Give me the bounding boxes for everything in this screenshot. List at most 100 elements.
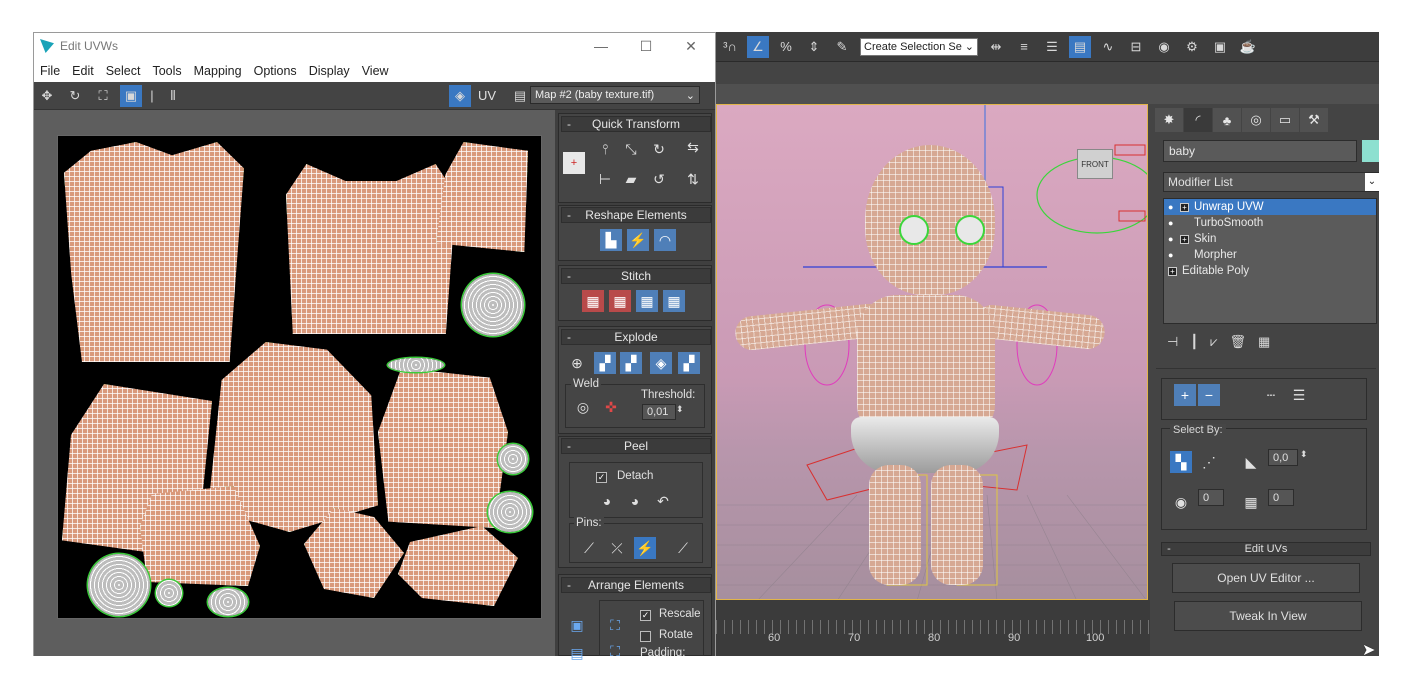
checker-pattern-icon[interactable]: ◈ [449,84,471,107]
flatten-custom-icon[interactable]: ▞ [678,352,700,374]
uv-editor-canvas[interactable] [57,135,542,619]
stack-item-editable-poly[interactable]: + Editable Poly [1164,263,1376,279]
lightbulb-icon[interactable]: ● [1168,218,1176,228]
modifier-list-dropdown[interactable]: Modifier List [1163,172,1379,192]
stitch-to-source-icon[interactable]: ▦ [636,290,658,312]
window-titlebar[interactable]: Edit UVWs — ☐ ✕ [34,33,715,59]
detach-checkbox[interactable]: ✓ [596,472,607,483]
weld-target-icon[interactable]: ◎ [572,396,594,418]
rotate-minus-90-icon[interactable]: ↺ [648,168,670,190]
select-by-angle-icon[interactable]: ◣ [1240,451,1262,473]
align-horizontal-icon[interactable]: ⫯ [594,138,616,160]
rotate-icon[interactable]: ↻ [64,85,86,107]
uv-shell-round[interactable] [488,492,532,532]
object-name-field[interactable]: baby [1163,140,1357,162]
align-diagonal-icon[interactable]: ⤡ [620,138,642,160]
rotate-90-icon[interactable]: ↻ [648,138,670,160]
weld-selected-icon[interactable]: ✜ [600,396,622,418]
motion-tab-icon[interactable]: ◎ [1242,108,1270,132]
uv-shell[interactable] [64,142,244,362]
menu-edit[interactable]: Edit [66,64,100,78]
freeform-icon[interactable]: ▣ [120,84,142,107]
flatten-by-smoothing-icon[interactable]: ▞ [594,352,616,374]
scale-icon[interactable]: ⛶ [92,85,114,107]
expand-icon[interactable]: + [1180,234,1189,244]
align-icon[interactable]: ≡ [1013,36,1035,58]
explode-header[interactable]: - Explode [561,329,711,345]
select-by-value-field[interactable]: 0,0 [1268,449,1298,466]
stitch-custom-icon[interactable]: ▦ [663,290,685,312]
tweak-in-view-button[interactable]: Tweak In View [1174,601,1362,631]
display-tab-icon[interactable]: ▭ [1271,108,1299,132]
render-setup-icon[interactable]: ⚙ [1181,36,1203,58]
stack-item-unwrap-uvw[interactable]: ● + Unwrap UVW [1164,199,1376,215]
modify-tab-icon[interactable]: ◜ [1184,108,1212,132]
make-unique-icon[interactable]: ⩗ [1210,334,1217,350]
uv-shell[interactable] [398,526,518,606]
uv-shell[interactable] [436,142,528,252]
menu-options[interactable]: Options [248,64,303,78]
show-end-result-icon[interactable]: ┃ [1190,334,1198,350]
menu-select[interactable]: Select [100,64,147,78]
angle-snap-icon[interactable]: ∠ [747,35,769,58]
select-by-material-icon[interactable]: ◉ [1170,491,1192,513]
expand-icon[interactable]: + [1168,266,1177,276]
layer-explorer-icon[interactable]: ☰ [1041,36,1063,58]
select-by-smoothing-icon[interactable]: ▦ [1240,491,1262,513]
uv-shell-round[interactable] [156,580,182,606]
auto-pin-icon[interactable]: ⚡ [634,537,656,559]
menu-mapping[interactable]: Mapping [188,64,248,78]
select-by-element-icon[interactable]: ▚ [1170,451,1192,473]
pin-stack-icon[interactable]: ⊣ [1167,334,1178,350]
edit-uvs-rollout-header[interactable]: - Edit UVs [1161,542,1371,556]
scene-explorer-icon[interactable]: ▤ [1069,35,1091,58]
stack-item-skin[interactable]: ● + Skin [1164,231,1376,247]
stitch-header[interactable]: - Stitch [561,268,711,284]
mirror-icon[interactable]: ⫴ [162,85,184,107]
flatten-by-polygon-icon[interactable]: ◈ [650,352,672,374]
relax-until-flat-icon[interactable]: ◠ [654,229,676,251]
select-by-edge-icon[interactable]: ⋰ [1198,451,1220,473]
uv-shell-round[interactable] [388,358,444,372]
pack-normalize-icon[interactable]: ▣ [566,614,588,636]
snap-3d-icon[interactable]: ³∩ [719,36,741,58]
close-button[interactable]: ✕ [669,35,713,57]
move-icon[interactable]: ✥ [36,85,58,107]
perspective-viewport[interactable]: FRONT [716,104,1148,600]
spinner-arrows-icon[interactable]: ⬍ [676,404,684,415]
quick-peel-icon[interactable]: ◕ [596,490,618,512]
utilities-tab-icon[interactable]: ⚒ [1300,108,1328,132]
lightbulb-icon[interactable]: ● [1168,202,1176,212]
configure-sets-icon[interactable]: ▦ [1258,334,1270,350]
viewcube[interactable]: FRONT [1077,149,1113,179]
straighten-selection-icon[interactable]: ▙ [600,229,622,251]
maximize-button[interactable]: ☐ [624,35,668,57]
schematic-view-icon[interactable]: ⊟ [1125,36,1147,58]
create-tab-icon[interactable]: ✸ [1155,108,1183,132]
space-horizontal-icon[interactable]: ⇆ [682,136,704,158]
uv-shell-round[interactable] [208,588,248,616]
pack-together-icon[interactable]: ▤ [566,642,588,664]
hierarchy-tab-icon[interactable]: ♣ [1213,108,1241,132]
stitch-to-target-icon[interactable]: ▦ [582,290,604,312]
peel-mode-icon[interactable]: ◕ [624,490,646,512]
smoothing-group-field[interactable]: 0 [1268,489,1294,506]
stack-item-turbosmooth[interactable]: ● TurboSmooth [1164,215,1376,231]
minimize-button[interactable]: — [579,35,623,57]
stitch-average-icon[interactable]: ▦ [609,290,631,312]
peel-header[interactable]: - Peel [561,438,711,454]
relax-icon[interactable]: ⚡ [627,229,649,251]
menu-display[interactable]: Display [303,64,356,78]
percent-snap-button[interactable]: % [775,36,797,58]
align-vertical-icon[interactable]: ⊢ [594,168,616,190]
select-pins-icon[interactable]: ⟋ [672,537,694,559]
uv-shell-round[interactable] [498,444,528,474]
rotate-checkbox[interactable] [640,631,651,642]
flatten-by-material-icon[interactable]: ▞ [620,352,642,374]
break-icon[interactable]: ⊕ [566,352,588,374]
pin-icon[interactable]: ⟋ [578,537,600,559]
menu-tools[interactable]: Tools [146,64,187,78]
straighten-icon[interactable]: ▰ [620,168,642,190]
rescale-checkbox[interactable]: ✓ [640,610,651,621]
uv-shell[interactable] [286,164,456,334]
